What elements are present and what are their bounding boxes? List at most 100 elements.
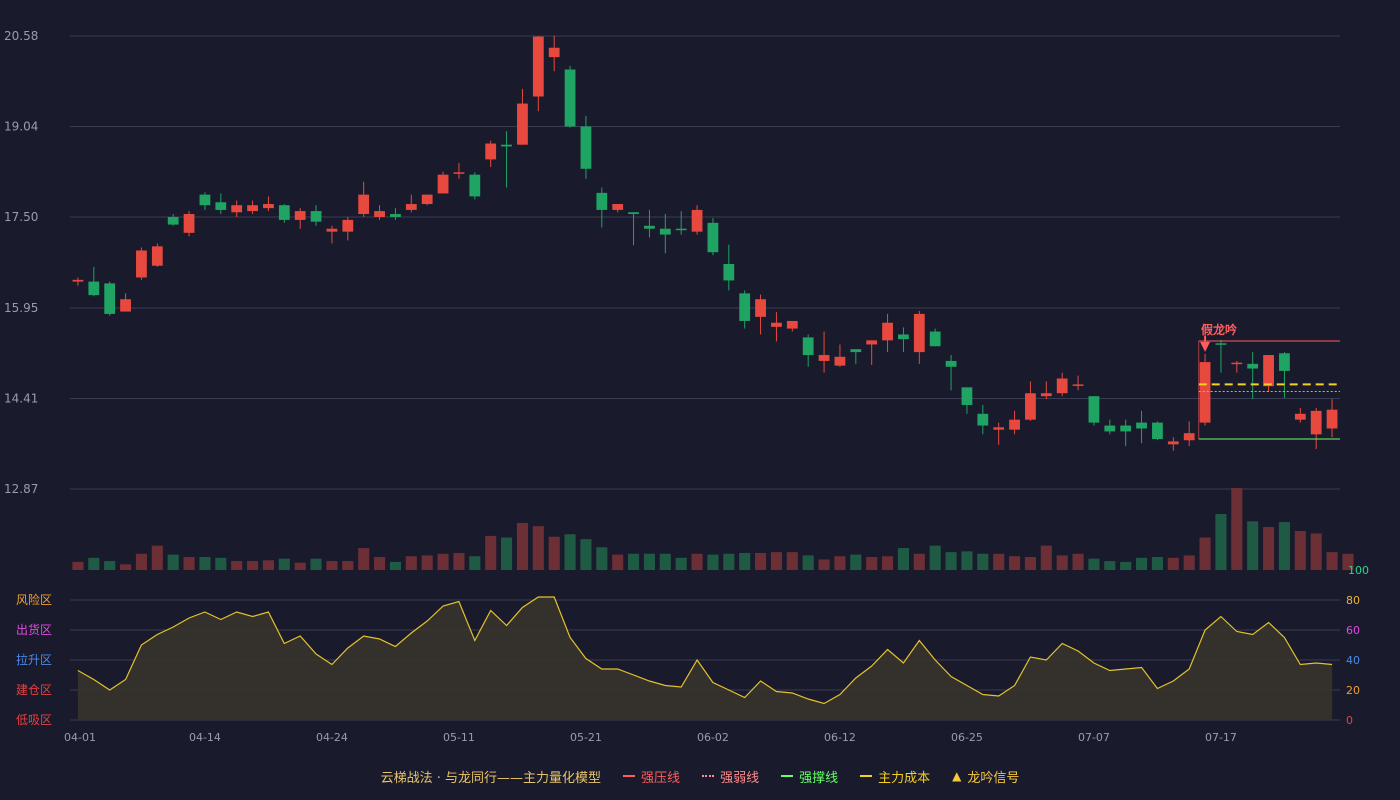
volume-bar (564, 534, 576, 570)
oscillator-zone-label: 风险区 (16, 592, 52, 607)
volume-bar (1215, 513, 1227, 570)
volume-bar (628, 553, 640, 570)
volume-bar (977, 553, 989, 570)
volume-bar (1247, 521, 1259, 570)
volume-bar (961, 551, 973, 570)
candle-body (739, 293, 751, 321)
volume-bar (612, 554, 624, 570)
candle-body (612, 204, 624, 210)
volume-bar (1120, 561, 1132, 570)
oscillator-tick-label: 60 (1346, 624, 1360, 637)
price-tick-label: 20.58 (4, 29, 38, 43)
candle-body (1310, 410, 1322, 435)
candle-body (263, 204, 274, 209)
volume-bar (707, 554, 719, 570)
volume-bar (1151, 557, 1163, 570)
x-tick-label: 04-24 (316, 731, 348, 744)
candle-body (151, 246, 163, 266)
candle-body (517, 103, 528, 145)
volume-bar (294, 562, 306, 570)
legend-item: 强弱线 (702, 767, 759, 786)
candlestick-chart: 20.58 19.04 17.50 15.95 14.41 12.87 100 80 60 40 2… (4, 29, 1369, 744)
volume-bar (1263, 526, 1275, 570)
volume-bar (88, 557, 100, 570)
candle-body (993, 427, 1005, 430)
legend-item: 强压线 (623, 767, 680, 786)
volume-bar (1167, 557, 1179, 570)
candle-body (961, 387, 973, 405)
candle-body (278, 205, 290, 220)
candle-body (850, 349, 862, 353)
candle-body (167, 216, 179, 225)
volume-bar (1009, 556, 1021, 570)
candle-body (675, 228, 687, 231)
volume-bar (247, 561, 259, 570)
candle-body (342, 219, 354, 232)
volume-bar (469, 556, 481, 570)
legend-swatch-icon (623, 775, 636, 777)
candle-body (1136, 422, 1147, 429)
volume-bar (183, 557, 195, 570)
candle-body (834, 356, 846, 366)
volume-bar (485, 535, 497, 570)
candle-body (72, 279, 84, 282)
volume-bar (278, 558, 290, 570)
x-tick-label: 06-25 (951, 731, 983, 744)
volume-bar (691, 553, 703, 570)
volume-bar (532, 526, 544, 570)
volume-bar (453, 552, 465, 570)
volume-bar (1024, 557, 1036, 570)
candle-body (1183, 433, 1195, 441)
candle-body (882, 322, 893, 341)
annotation-arrow-icon (1200, 341, 1211, 352)
candle-body (1120, 425, 1132, 432)
volume-bar (580, 539, 592, 570)
legend-label: 主力成本 (878, 770, 931, 786)
x-tick-label: 07-17 (1205, 731, 1237, 744)
volume-bar (120, 564, 132, 570)
candle-body (1215, 343, 1227, 345)
volume-bar (1136, 557, 1148, 570)
legend-item: 主力成本 (860, 767, 930, 786)
chart-root: 20.58 19.04 17.50 15.95 14.41 12.87 100 80 60 40 2… (0, 0, 1400, 800)
candle-body (1040, 393, 1052, 397)
legend-item: ▲ 龙吟信号 (952, 767, 1019, 786)
volume-bar (659, 553, 671, 570)
candle-body (1088, 396, 1100, 423)
x-tick-label: 07-07 (1078, 731, 1110, 744)
oscillator-tick-label: 80 (1346, 594, 1360, 607)
volume-bar (1104, 561, 1116, 570)
volume-bar (1231, 488, 1243, 570)
volume-axis-label: 100 (1348, 564, 1369, 577)
price-tick-label: 19.04 (4, 119, 38, 133)
candle-body (691, 209, 703, 232)
volume-bar (135, 553, 147, 570)
legend-item: 云梯战法 · 与龙同行——主力量化模型 (381, 767, 601, 786)
price-tick-label: 12.87 (4, 482, 38, 496)
volume-bar (1199, 537, 1211, 570)
volume-bar (596, 547, 608, 570)
volume-bar (802, 555, 814, 570)
volume-bar (723, 553, 735, 570)
candle-body (453, 172, 465, 174)
volume-bar (104, 561, 116, 570)
candle-body (1326, 409, 1338, 429)
candle-body (294, 211, 306, 220)
price-tick-label: 14.41 (4, 392, 38, 406)
candle-body (786, 320, 798, 329)
legend-label: 强弱线 (720, 770, 760, 786)
volume-bar (1326, 552, 1338, 570)
candle-body (421, 194, 433, 205)
candle-body (723, 263, 735, 281)
volume-bar (374, 557, 386, 570)
candle-body (310, 211, 322, 222)
volume-bar (643, 553, 655, 570)
volume-bar (1310, 533, 1322, 570)
candle-body (628, 212, 639, 215)
volume-bar (199, 557, 211, 570)
volume-bar (326, 561, 338, 570)
candle-body (1199, 362, 1211, 423)
triangle-icon: ▲ (952, 769, 962, 783)
candle-body (755, 299, 766, 317)
candle-body (183, 214, 195, 233)
